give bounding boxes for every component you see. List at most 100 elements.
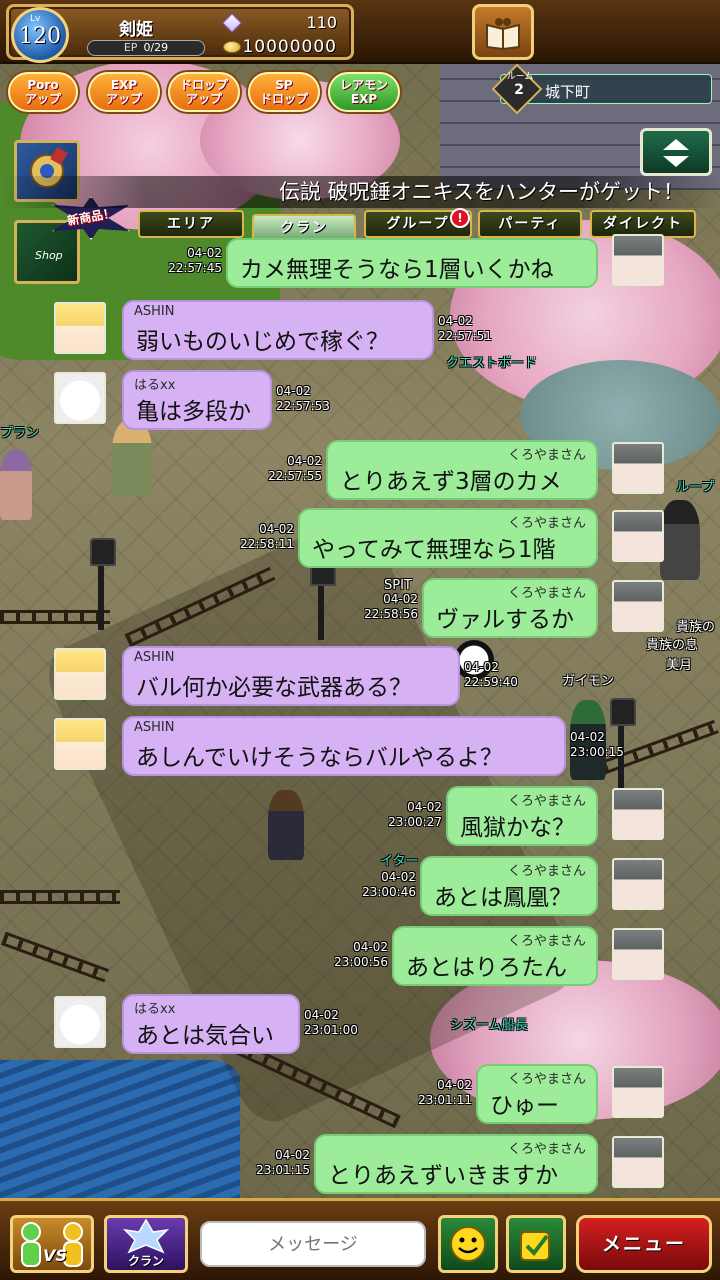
rare-monster-exp-button[interactable]: レアモン EXP — [328, 72, 400, 112]
chat-message[interactable]: はるxx あとは気合い 04-02 23:01:00 — [0, 994, 720, 1054]
chat-bubble: ASHIN バル何か必要な武器ある？ — [122, 646, 460, 706]
message-date: 04-02 — [276, 384, 311, 398]
user-avatar[interactable] — [612, 580, 664, 632]
boost-label: アップ — [105, 92, 142, 106]
chat-message[interactable]: ASHIN 弱いものいじめで稼ぐ？ 04-02 22:57:51 — [0, 300, 720, 360]
user-avatar[interactable] — [54, 718, 106, 770]
group-alert-badge: ! — [450, 208, 470, 228]
boost-label: EXP — [350, 92, 378, 106]
message-date: 04-02 — [304, 1008, 339, 1022]
chat-message[interactable]: カメ無理そうなら1層いくかね 04-02 22:57:45 — [0, 234, 720, 288]
message-date: 04-02 — [438, 314, 473, 328]
boost-label: アップ — [185, 92, 222, 106]
boost-label: SP — [275, 78, 293, 92]
sender-name: くろやまさん — [507, 864, 586, 879]
boost-label: EXP — [110, 78, 138, 92]
message-time: 22:59:40 — [464, 675, 518, 689]
message-date: 04-02 — [407, 800, 442, 814]
chat-message[interactable]: くろやまさん とりあえず3層のカメ 04-02 22:57:55 — [0, 440, 720, 500]
user-avatar[interactable] — [612, 1136, 664, 1188]
clan-crest-icon — [122, 1218, 170, 1254]
tab-area[interactable]: エリア — [138, 210, 244, 238]
chat-bubble: くろやまさん やってみて無理なら1階 — [298, 508, 598, 568]
room-indicator[interactable]: ルーム 2 城下町 — [491, 63, 712, 115]
message-date: 04-02 — [464, 660, 499, 674]
sender-name: ASHIN — [134, 650, 175, 665]
message-text: あとは鳳凰？ — [434, 885, 572, 911]
poro-up-button[interactable]: Poro アップ — [8, 72, 78, 112]
chat-message[interactable]: くろやまさん やってみて無理なら1階 04-02 22:58:11 — [0, 508, 720, 568]
message-time: 22:57:45 — [168, 261, 222, 275]
vs-label: VS — [43, 1246, 67, 1265]
user-avatar[interactable] — [54, 648, 106, 700]
sender-name: くろやまさん — [507, 516, 586, 531]
clan-button[interactable]: クラン — [104, 1215, 188, 1273]
player-status-panel[interactable]: Lv 120 剣姫 EP 0/29 110 10000000 — [6, 4, 354, 63]
user-avatar[interactable] — [612, 510, 664, 562]
user-avatar[interactable] — [612, 928, 664, 980]
chat-message[interactable]: くろやまさんあとは鳳凰？ 04-02 23:00:46 — [0, 856, 720, 916]
stamp-button[interactable] — [506, 1215, 566, 1273]
chat-message[interactable]: ASHIN あしんでいけそうならバルやるよ？ 04-02 23:00:15 — [0, 716, 720, 776]
user-avatar[interactable] — [612, 234, 664, 286]
message-text: あしんでいけそうならバルやるよ？ — [136, 745, 503, 771]
chat-message[interactable]: くろやまさん とりあえずいきますか 04-02 23:01:15 — [0, 1134, 720, 1194]
ep-label: EP — [123, 41, 138, 54]
exp-up-button[interactable]: EXP アップ — [88, 72, 160, 112]
tab-party[interactable]: パーティ — [478, 210, 582, 238]
boost-label: Poro — [27, 78, 59, 92]
room-name: 城下町 — [545, 83, 591, 101]
timestamp: 04-02 23:01:11 — [408, 1078, 472, 1108]
chat-bubble: くろやまさん とりあえずいきますか — [314, 1134, 598, 1194]
user-avatar[interactable] — [612, 442, 664, 494]
message-date: 04-02 — [275, 1148, 310, 1162]
timestamp: 04-02 22:57:51 — [438, 314, 492, 344]
boost-label: アップ — [24, 92, 61, 106]
user-avatar[interactable] — [54, 996, 106, 1048]
emoji-button[interactable] — [438, 1215, 498, 1273]
message-time: 23:00:46 — [362, 885, 416, 899]
user-avatar[interactable] — [612, 858, 664, 910]
timestamp: 04-02 23:00:15 — [570, 730, 624, 760]
chat-message[interactable]: ASHIN バル何か必要な武器ある？ 04-02 22:59:40 — [0, 646, 720, 706]
timestamp: 04-02 23:00:46 — [352, 870, 416, 900]
message-time: 22:57:53 — [276, 399, 330, 413]
user-avatar[interactable] — [612, 1066, 664, 1118]
chat-bubble: くろやまさん 風獄かな？ — [446, 786, 598, 846]
sp-drop-button[interactable]: SP ドロップ — [248, 72, 320, 112]
friends-book-button[interactable] — [472, 4, 534, 60]
timestamp: 04-02 22:57:55 — [258, 454, 322, 484]
message-text: 風獄かな？ — [460, 815, 575, 841]
chat-bubble: カメ無理そうなら1層いくかね — [226, 238, 598, 288]
vs-battle-button[interactable]: VS — [10, 1215, 94, 1273]
chat-message[interactable]: はるxx 亀は多段か 04-02 22:57:53 — [0, 370, 720, 430]
chat-message[interactable]: くろやまさん あとはりろたん 04-02 23:00:56 — [0, 926, 720, 986]
user-avatar[interactable] — [612, 788, 664, 840]
message-time: 22:57:55 — [268, 469, 322, 483]
timestamp: 04-02 23:00:56 — [324, 940, 388, 970]
message-date: 04-02 — [187, 246, 222, 260]
timestamp: 04-02 22:58:56 — [354, 592, 418, 622]
sender-name: はるxx — [134, 1002, 176, 1017]
message-input[interactable] — [200, 1221, 426, 1267]
level-prefix: Lv — [30, 14, 41, 24]
timestamp: 04-02 22:59:40 — [464, 660, 518, 690]
chat-bubble: ASHIN あしんでいけそうならバルやるよ？ — [122, 716, 566, 776]
message-text: あとは気合い — [136, 1023, 274, 1049]
user-avatar[interactable] — [54, 302, 106, 354]
gem-count: 110 — [306, 13, 337, 32]
message-text: 弱いものいじめで稼ぐ？ — [136, 329, 389, 355]
top-status-bar: Lv 120 剣姫 EP 0/29 110 10000000 — [0, 0, 720, 64]
chat-message[interactable]: くろやまさん ひゅー 04-02 23:01:11 — [0, 1064, 720, 1124]
drop-up-button[interactable]: ドロップ アップ — [168, 72, 240, 112]
menu-button[interactable]: メニュー — [576, 1215, 712, 1273]
book-icon — [486, 18, 520, 51]
player-name: 剣姫 — [119, 20, 153, 40]
clan-label: クラン — [127, 1254, 164, 1268]
chat-message[interactable]: くろやまさん 風獄かな？ 04-02 23:00:27 — [0, 786, 720, 846]
sender-name: くろやまさん — [507, 1142, 586, 1157]
message-date: 04-02 — [383, 592, 418, 606]
chat-message[interactable]: くろやまさん ヴァルするか 04-02 22:58:56 — [0, 578, 720, 638]
user-avatar[interactable] — [54, 372, 106, 424]
chat-size-toggle-button[interactable] — [640, 128, 712, 176]
